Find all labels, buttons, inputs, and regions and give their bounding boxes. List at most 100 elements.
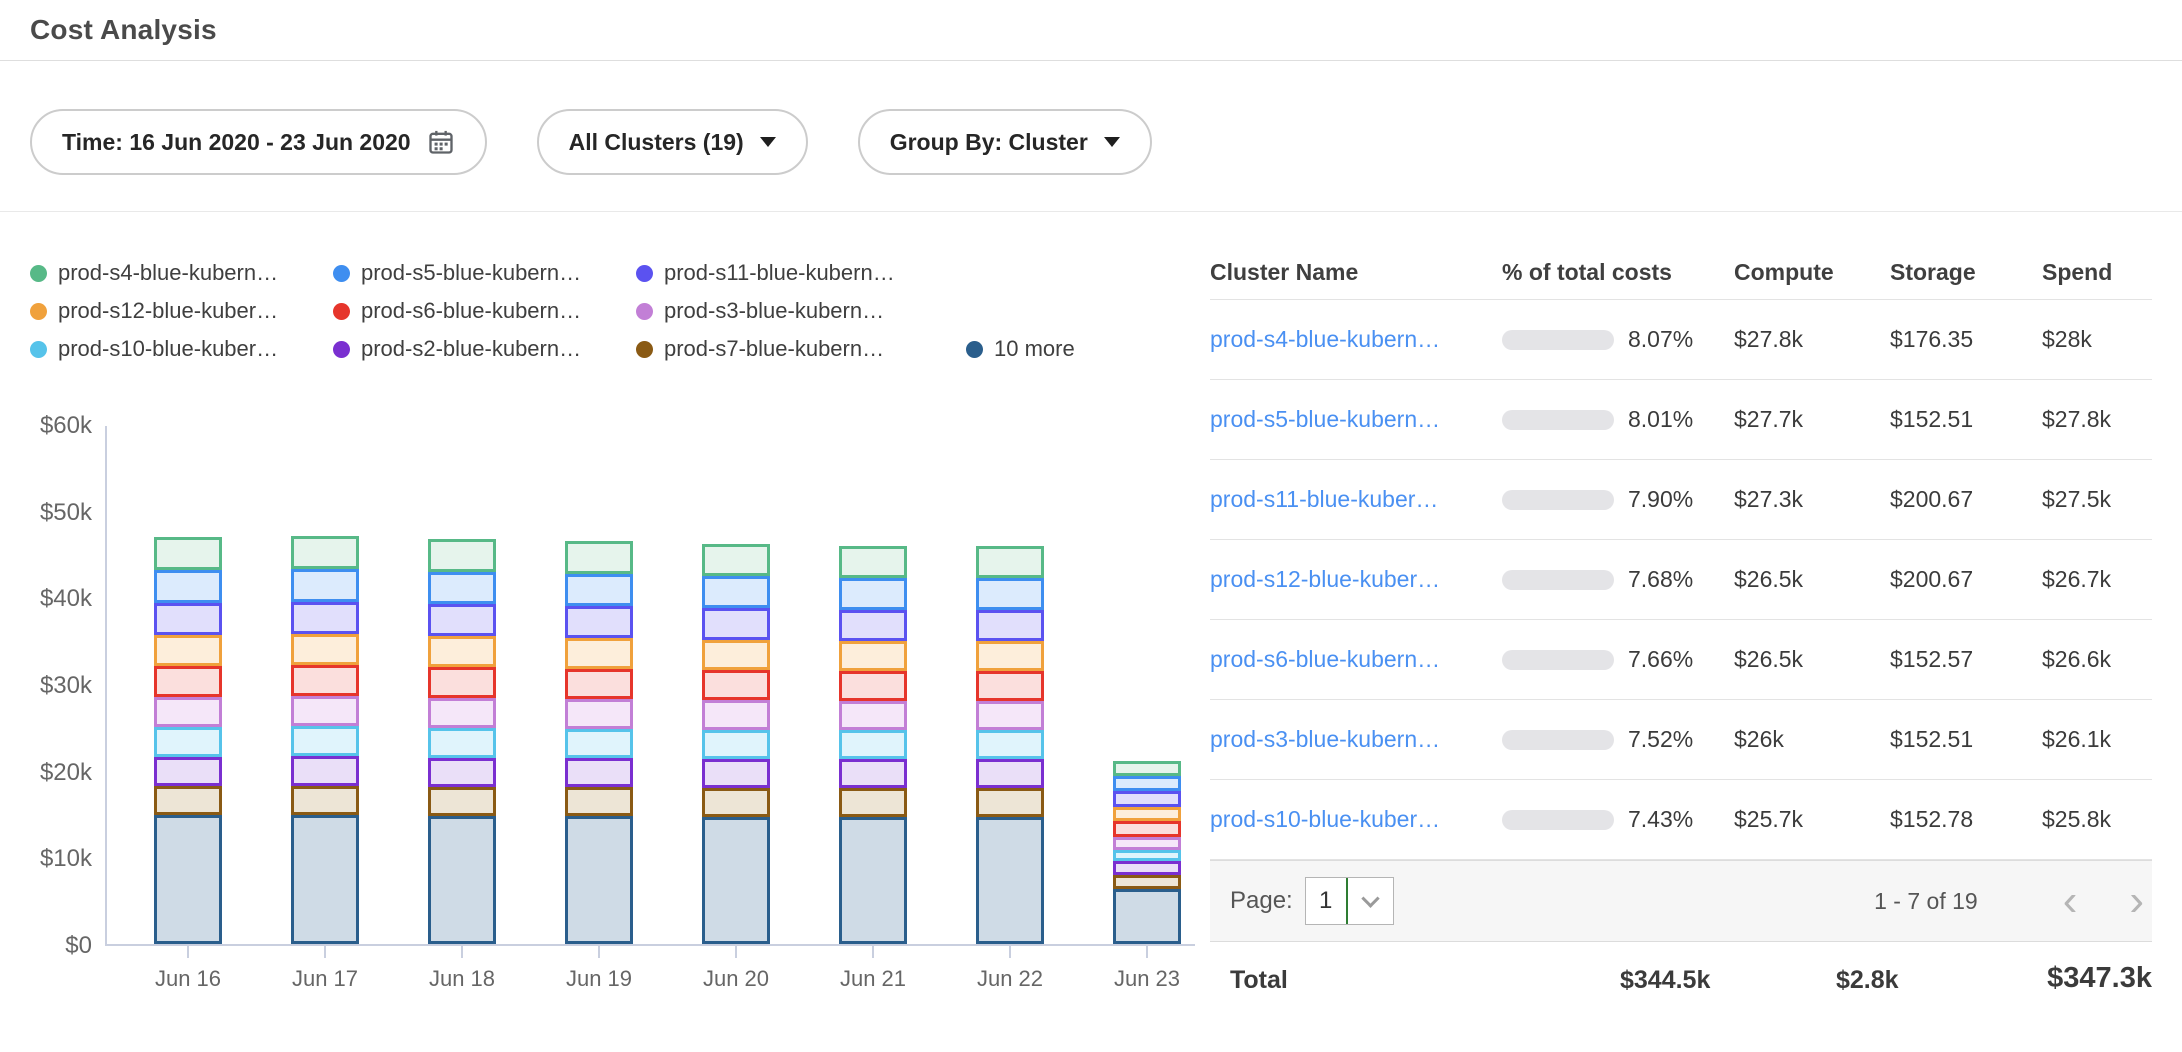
- bar-segment[interactable]: [291, 786, 359, 815]
- bar-segment[interactable]: [154, 635, 222, 666]
- bar-segment[interactable]: [702, 788, 770, 817]
- bar-segment[interactable]: [565, 729, 633, 758]
- cluster-name-link[interactable]: prod-s4-blue-kubern…: [1210, 326, 1440, 352]
- bar-segment[interactable]: [428, 539, 496, 572]
- legend-item[interactable]: prod-s5-blue-kubern…: [333, 260, 636, 286]
- bar-segment[interactable]: [702, 700, 770, 730]
- cluster-name-link[interactable]: prod-s6-blue-kubern…: [1210, 646, 1440, 672]
- bar-segment[interactable]: [839, 701, 907, 730]
- bar-segment[interactable]: [839, 578, 907, 610]
- cluster-name-link[interactable]: prod-s3-blue-kubern…: [1210, 726, 1440, 752]
- bar-segment[interactable]: [154, 570, 222, 603]
- bar-segment[interactable]: [702, 608, 770, 640]
- bar-segment[interactable]: [291, 634, 359, 665]
- clusters-filter-dropdown[interactable]: All Clusters (19): [537, 109, 808, 175]
- bar-segment[interactable]: [154, 537, 222, 570]
- bar-segment[interactable]: [976, 817, 1044, 944]
- bar-segment[interactable]: [565, 787, 633, 816]
- legend-item[interactable]: prod-s7-blue-kubern…: [636, 336, 966, 362]
- bar-segment[interactable]: [702, 670, 770, 700]
- bar-segment[interactable]: [702, 640, 770, 670]
- bar-segment[interactable]: [839, 730, 907, 759]
- bar-segment[interactable]: [1113, 821, 1181, 837]
- bar-segment[interactable]: [428, 728, 496, 758]
- bar-segment[interactable]: [291, 726, 359, 756]
- bar-segment[interactable]: [702, 576, 770, 608]
- bar-segment[interactable]: [565, 606, 633, 638]
- bar-segment[interactable]: [976, 578, 1044, 610]
- time-range-filter[interactable]: Time: 16 Jun 2020 - 23 Jun 2020: [30, 109, 487, 175]
- bar-segment[interactable]: [291, 602, 359, 634]
- bar-segment[interactable]: [702, 759, 770, 788]
- bar-segment[interactable]: [1113, 776, 1181, 791]
- bar-segment[interactable]: [291, 756, 359, 786]
- bar-segment[interactable]: [702, 544, 770, 576]
- bar-segment[interactable]: [839, 610, 907, 641]
- bar-segment[interactable]: [1113, 889, 1181, 944]
- bar-segment[interactable]: [291, 536, 359, 569]
- bar-segment[interactable]: [976, 730, 1044, 759]
- bar-segment[interactable]: [565, 816, 633, 944]
- bar-segment[interactable]: [291, 569, 359, 602]
- next-page-button[interactable]: ›: [2129, 881, 2144, 921]
- legend-item[interactable]: prod-s4-blue-kubern…: [30, 260, 333, 286]
- bar-segment[interactable]: [154, 603, 222, 635]
- cluster-name-link[interactable]: prod-s11-blue-kuber…: [1210, 486, 1438, 512]
- bar-segment[interactable]: [565, 758, 633, 787]
- bar-segment[interactable]: [702, 817, 770, 944]
- bar-segment[interactable]: [565, 541, 633, 574]
- bar-segment[interactable]: [154, 786, 222, 815]
- prev-page-button[interactable]: ‹: [2063, 881, 2078, 921]
- page-select[interactable]: 1: [1305, 877, 1394, 925]
- bar-segment[interactable]: [1113, 837, 1181, 850]
- bar-segment[interactable]: [154, 815, 222, 944]
- bar-segment[interactable]: [976, 788, 1044, 817]
- bar-segment[interactable]: [839, 759, 907, 788]
- bar-segment[interactable]: [565, 669, 633, 699]
- bar-segment[interactable]: [839, 788, 907, 817]
- bar-segment[interactable]: [154, 757, 222, 786]
- cluster-name-link[interactable]: prod-s5-blue-kubern…: [1210, 406, 1440, 432]
- bar-segment[interactable]: [565, 574, 633, 606]
- bar-segment[interactable]: [976, 759, 1044, 788]
- legend-item[interactable]: prod-s12-blue-kuber…: [30, 298, 333, 324]
- cluster-name-link[interactable]: prod-s12-blue-kuber…: [1210, 566, 1440, 592]
- bar-segment[interactable]: [839, 671, 907, 701]
- bar-segment[interactable]: [1113, 861, 1181, 875]
- bar-segment[interactable]: [428, 816, 496, 944]
- bar-segment[interactable]: [428, 787, 496, 816]
- bar-segment[interactable]: [839, 817, 907, 944]
- bar-segment[interactable]: [1113, 875, 1181, 889]
- bar-segment[interactable]: [1113, 850, 1181, 861]
- cluster-name-link[interactable]: prod-s10-blue-kuber…: [1210, 806, 1440, 832]
- bar-segment[interactable]: [1113, 807, 1181, 821]
- bar-segment[interactable]: [565, 638, 633, 669]
- bar-segment[interactable]: [154, 727, 222, 757]
- bar-segment[interactable]: [154, 697, 222, 727]
- bar-segment[interactable]: [154, 666, 222, 697]
- bar-segment[interactable]: [428, 758, 496, 787]
- bar-segment[interactable]: [976, 671, 1044, 701]
- bar-segment[interactable]: [976, 701, 1044, 730]
- legend-item[interactable]: prod-s2-blue-kubern…: [333, 336, 636, 362]
- bar-segment[interactable]: [976, 546, 1044, 578]
- bar-segment[interactable]: [839, 641, 907, 671]
- bar-segment[interactable]: [428, 636, 496, 667]
- group-by-dropdown[interactable]: Group By: Cluster: [858, 109, 1152, 175]
- legend-item[interactable]: prod-s10-blue-kuber…: [30, 336, 333, 362]
- bar-segment[interactable]: [428, 667, 496, 698]
- legend-item[interactable]: prod-s3-blue-kubern…: [636, 298, 966, 324]
- bar-segment[interactable]: [976, 641, 1044, 671]
- bar-segment[interactable]: [976, 610, 1044, 641]
- bar-segment[interactable]: [291, 696, 359, 726]
- bar-segment[interactable]: [565, 699, 633, 729]
- bar-segment[interactable]: [702, 730, 770, 759]
- bar-segment[interactable]: [428, 572, 496, 604]
- legend-item[interactable]: 10 more: [966, 336, 1075, 362]
- bar-segment[interactable]: [291, 815, 359, 944]
- bar-segment[interactable]: [428, 604, 496, 636]
- legend-item[interactable]: prod-s11-blue-kubern…: [636, 260, 966, 286]
- bar-segment[interactable]: [839, 546, 907, 578]
- bar-segment[interactable]: [1113, 761, 1181, 776]
- legend-item[interactable]: prod-s6-blue-kubern…: [333, 298, 636, 324]
